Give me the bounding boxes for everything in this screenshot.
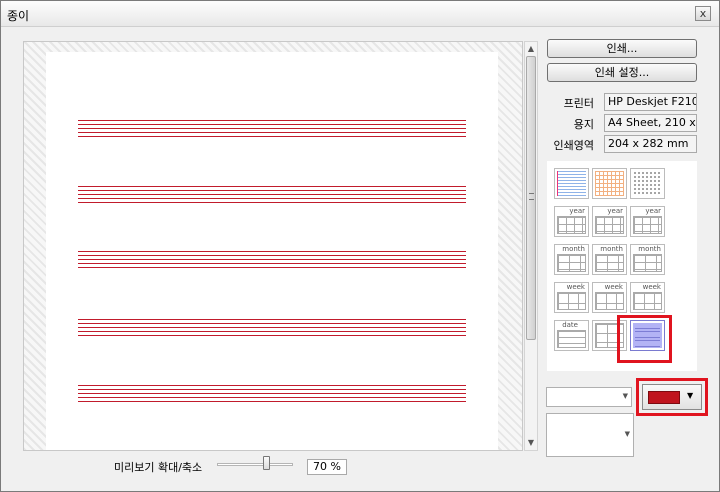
zoom-slider-track[interactable] — [217, 463, 293, 466]
staff-line — [78, 198, 466, 199]
staff-line — [78, 385, 466, 386]
template-square-grid[interactable] — [592, 168, 627, 199]
staff-line — [78, 263, 466, 264]
scroll-up-icon[interactable]: ▲ — [525, 42, 537, 56]
line-color-picker[interactable]: ▼ — [642, 384, 702, 410]
staff-lines — [78, 251, 466, 269]
staff-line — [78, 327, 466, 328]
template-week[interactable]: week — [554, 282, 589, 313]
staff-line — [78, 120, 466, 121]
close-button[interactable]: x — [695, 6, 711, 21]
staff-line — [78, 202, 466, 203]
print-setup-button[interactable]: 인쇄 설정... — [547, 63, 697, 82]
scroll-thumb[interactable] — [526, 56, 536, 340]
staff-line — [78, 124, 466, 125]
staff-lines — [78, 120, 466, 138]
staff-lines — [78, 186, 466, 204]
preview-scrollbar[interactable]: ▲ ▼ — [524, 41, 538, 451]
staff-line — [78, 194, 466, 195]
template-dot-grid[interactable] — [630, 168, 665, 199]
staff-line — [78, 267, 466, 268]
style-dropdown[interactable]: ▼ — [546, 387, 632, 407]
staff-line — [78, 186, 466, 187]
staff-line — [78, 335, 466, 336]
template-lined[interactable] — [554, 168, 589, 199]
staff-line — [78, 251, 466, 252]
template-month[interactable]: month — [630, 244, 665, 275]
staff-line — [78, 259, 466, 260]
chevron-down-icon: ▼ — [622, 392, 628, 400]
print-button[interactable]: 인쇄... — [547, 39, 697, 58]
print-area-field: 204 x 282 mm — [604, 135, 697, 153]
preview-paper — [46, 52, 498, 450]
chevron-down-icon: ▼ — [687, 391, 694, 400]
staff-line — [78, 136, 466, 137]
grip-icon — [529, 193, 534, 200]
staff-line — [78, 323, 466, 324]
close-icon: x — [699, 7, 707, 20]
staff-line — [78, 393, 466, 394]
staff-line — [78, 389, 466, 390]
template-year[interactable]: year — [592, 206, 627, 237]
paper-field: A4 Sheet, 210 x 29 — [604, 114, 697, 132]
zoom-label: 미리보기 확대/축소 — [114, 461, 203, 474]
chevron-down-icon: ▼ — [624, 430, 630, 438]
template-week[interactable]: week — [592, 282, 627, 313]
print-preview — [23, 41, 523, 451]
printer-label: 프린터 — [563, 97, 594, 110]
window-title: 종이 — [7, 9, 30, 23]
template-month[interactable]: month — [554, 244, 589, 275]
template-year[interactable]: year — [554, 206, 589, 237]
print-area-label: 인쇄영역 — [553, 139, 594, 152]
staff-line — [78, 132, 466, 133]
staff-line — [78, 397, 466, 398]
template-month[interactable]: month — [592, 244, 627, 275]
staff-line — [78, 128, 466, 129]
staff-lines — [78, 319, 466, 337]
staff-line — [78, 190, 466, 191]
template-year[interactable]: year — [630, 206, 665, 237]
size-dropdown[interactable]: ▼ — [546, 413, 634, 457]
staff-line — [78, 319, 466, 320]
staff-line — [78, 401, 466, 402]
template-date[interactable]: date — [554, 320, 589, 351]
zoom-slider-thumb[interactable] — [263, 456, 270, 470]
paper-dialog: 종이 x ▲ ▼ 미리보기 확대/축소 70 % 인쇄... 인쇄 설정... … — [0, 0, 720, 492]
title-bar: 종이 x — [1, 1, 719, 27]
template-week[interactable]: week — [630, 282, 665, 313]
staff-line — [78, 255, 466, 256]
staff-lines — [78, 385, 466, 403]
scroll-down-icon[interactable]: ▼ — [525, 436, 537, 450]
zoom-value: 70 % — [307, 459, 347, 475]
template-selection-highlight — [617, 315, 672, 363]
printer-field: HP Deskjet F2100 s — [604, 93, 697, 111]
paper-label: 용지 — [573, 118, 594, 131]
staff-line — [78, 331, 466, 332]
color-swatch — [648, 391, 680, 404]
